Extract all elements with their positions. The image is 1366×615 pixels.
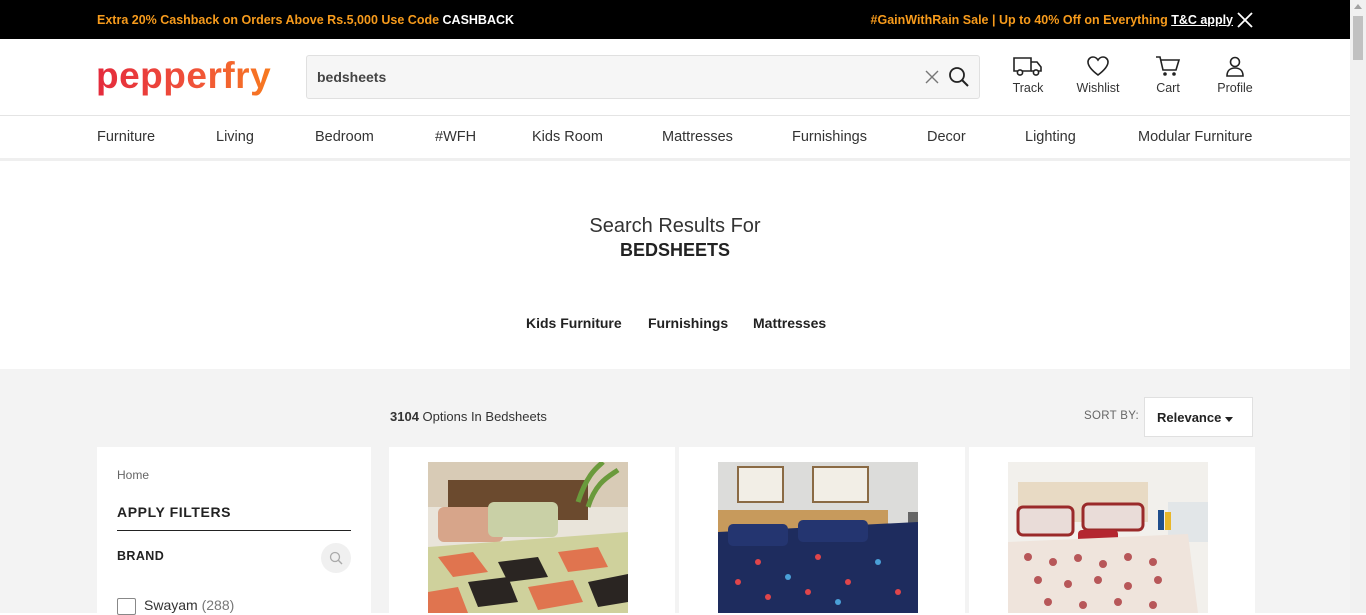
nav-modular-furniture[interactable]: Modular Furniture [1138,129,1252,145]
profile-button[interactable]: Profile [1205,55,1265,95]
tc-link[interactable]: T&C apply [1171,13,1233,27]
brand-option-count: (288) [201,597,235,613]
search-input[interactable] [317,56,907,98]
results-query: BEDSHEETS [619,240,731,260]
brand-option-label: Swayam [144,597,198,613]
divider [117,530,351,531]
close-icon[interactable] [1236,11,1254,29]
user-icon [1226,56,1244,77]
track-button[interactable]: Track [998,55,1058,95]
apply-filters-title: APPLY FILTERS [117,504,232,520]
nav-decor[interactable]: Decor [927,129,966,145]
site-header: pepperfry Track Wishlist Cart [0,39,1350,116]
track-label: Track [1012,81,1044,95]
nav-furniture[interactable]: Furniture [97,129,155,145]
brand-option-swayam[interactable]: Swayam (288) [117,597,234,615]
cart-button[interactable]: Cart [1138,55,1198,95]
sort-label: SORT BY: [1084,410,1140,422]
caret-down-icon [1225,417,1233,422]
product-card[interactable] [969,447,1255,613]
cart-icon [1156,56,1181,76]
product-image[interactable] [1008,462,1208,613]
category-mattresses[interactable]: Mattresses [753,315,826,331]
scrollbar[interactable] [1350,0,1366,613]
product-card[interactable] [389,447,675,613]
nav-kids-room[interactable]: Kids Room [532,129,603,145]
scroll-up-arrow-icon[interactable] [1354,4,1362,9]
nav-mattresses[interactable]: Mattresses [662,129,733,145]
promo-bar: Extra 20% Cashback on Orders Above Rs.5,… [0,0,1350,39]
nav-lighting[interactable]: Lighting [1025,129,1076,145]
nav-bedroom[interactable]: Bedroom [315,129,374,145]
profile-label: Profile [1217,81,1253,95]
promo-offer-text: Extra 20% Cashback on Orders Above Rs.5,… [97,12,443,27]
product-image[interactable] [718,462,918,613]
promo-sale-text: #GainWithRain Sale | Up to 40% Off on Ev… [870,12,1172,27]
promo-code: CASHBACK [442,12,515,27]
results-header: Search Results For BEDSHEETS [0,215,1350,261]
product-image[interactable] [428,462,628,613]
product-card[interactable] [679,447,965,613]
promo-offer: Extra 20% Cashback on Orders Above Rs.5,… [97,13,514,27]
pepperfry-logo[interactable]: pepperfry [96,55,271,97]
brand-search-button[interactable] [321,543,351,573]
nav-wfh[interactable]: #WFH [435,129,476,145]
sort-dropdown[interactable]: Relevance [1144,397,1253,437]
search-bar [306,55,980,99]
sort-value: Relevance [1157,410,1222,425]
scrollbar-thumb[interactable] [1353,16,1363,60]
results-heading: Search Results For [589,215,761,237]
category-kids-furniture[interactable]: Kids Furniture [526,315,622,331]
heart-icon [1087,56,1109,77]
clear-search-icon[interactable] [923,68,941,86]
filters-panel: Home APPLY FILTERS BRAND Swayam (288) [97,447,371,615]
checkbox[interactable] [117,597,136,615]
category-furnishings[interactable]: Furnishings [648,315,728,331]
promo-sale: #GainWithRain Sale | Up to 40% Off on Ev… [871,13,1233,27]
results-count: 3104 Options In Bedsheets [390,409,547,424]
results-count-number: 3104 [390,409,419,424]
wishlist-button[interactable]: Wishlist [1068,55,1128,95]
truck-icon [1013,57,1042,76]
search-icon[interactable] [948,66,970,88]
results-count-text: Options In Bedsheets [418,409,547,424]
wishlist-label: Wishlist [1076,81,1120,95]
nav-furnishings[interactable]: Furnishings [792,129,867,145]
breadcrumb-home[interactable]: Home [117,468,149,482]
main-nav: Furniture Living Bedroom #WFH Kids Room … [0,117,1350,161]
search-icon [329,551,343,565]
nav-living[interactable]: Living [216,129,254,145]
cart-label: Cart [1156,81,1180,95]
brand-filter-heading: BRAND [117,549,165,563]
